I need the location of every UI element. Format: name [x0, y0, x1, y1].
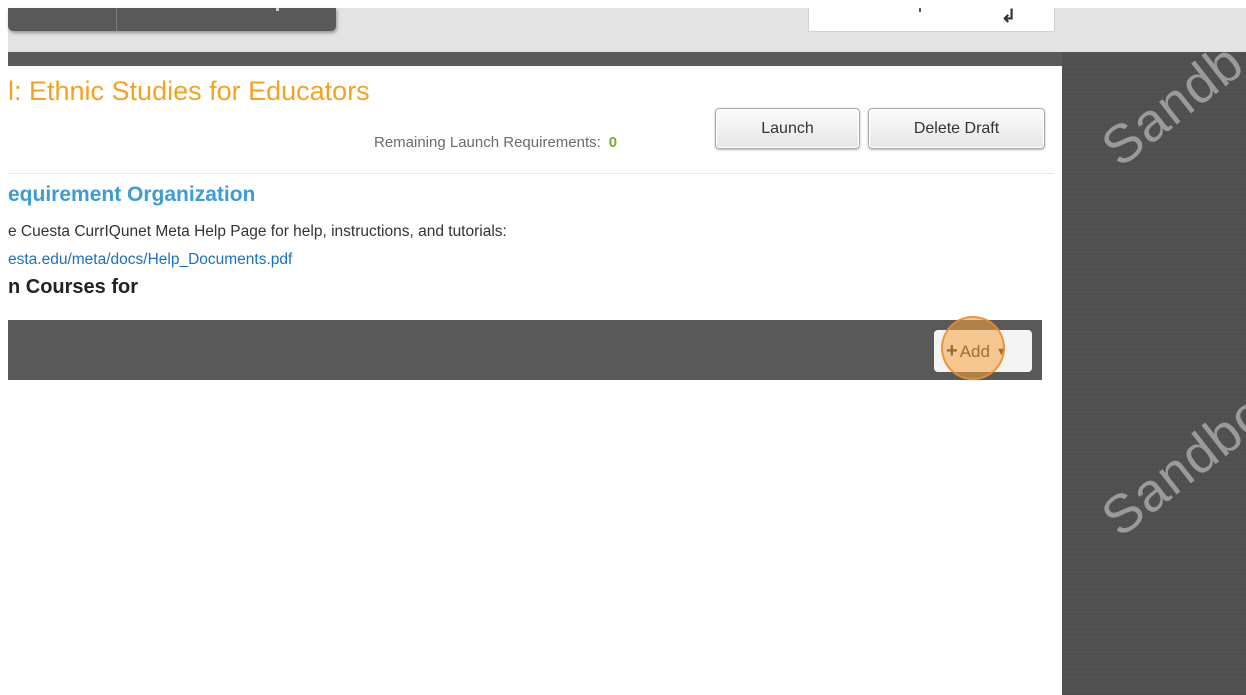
- help-text: e Cuesta CurrIQunet Meta Help Page for h…: [8, 223, 507, 240]
- nav-tab-bar[interactable]: [8, 8, 336, 31]
- caret-down-icon: ▼: [995, 346, 1007, 358]
- sandbox-background: Sandb Sandbo: [1062, 32, 1246, 695]
- add-button[interactable]: + Add ▼: [934, 330, 1032, 372]
- top-bar: ↲: [8, 6, 1246, 52]
- left-edge: [0, 0, 8, 695]
- header-gap: [8, 52, 1062, 66]
- nav-divider: [116, 8, 117, 31]
- plus-icon: +: [946, 340, 958, 362]
- courses-heading: n Courses for: [8, 276, 139, 298]
- divider: [8, 173, 1054, 174]
- user-menu-separator: [919, 8, 921, 12]
- section-title: equirement Organization: [8, 183, 256, 206]
- sandbox-watermark: Sandb: [1090, 31, 1246, 179]
- page-title: l: Ethnic Studies for Educators: [8, 76, 370, 106]
- remaining-requirements-count: 0: [608, 134, 618, 151]
- main-panel: l: Ethnic Studies for Educators Remainin…: [8, 66, 1062, 695]
- delete-draft-button[interactable]: Delete Draft: [868, 108, 1045, 149]
- remaining-requirements: Remaining Launch Requirements: 0: [374, 134, 617, 151]
- help-documents-link[interactable]: esta.edu/meta/docs/Help_Documents.pdf: [8, 251, 292, 269]
- user-menu[interactable]: ↲: [808, 6, 1055, 32]
- user-menu-icon[interactable]: ↲: [1001, 6, 1016, 27]
- sandbox-watermark: Sandbo: [1090, 382, 1246, 549]
- nav-tab-mark: [276, 8, 279, 11]
- courses-toolbar: + Add ▼: [8, 320, 1042, 380]
- launch-button[interactable]: Launch: [715, 108, 860, 149]
- remaining-requirements-label: Remaining Launch Requirements:: [374, 134, 601, 151]
- add-button-label: Add: [959, 342, 990, 361]
